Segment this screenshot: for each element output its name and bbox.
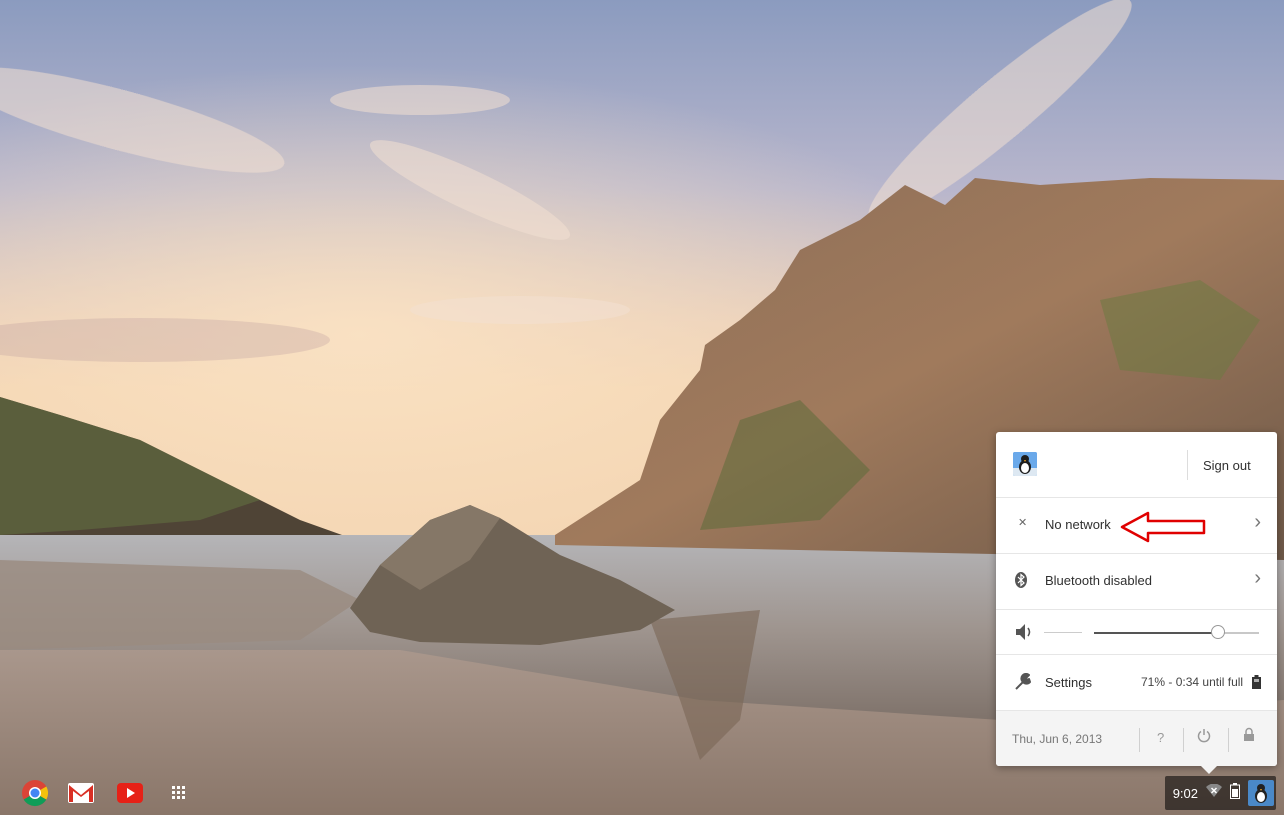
lock-icon[interactable] [1243,727,1255,746]
volume-slider-knob[interactable] [1210,625,1225,639]
sign-out-button[interactable]: Sign out [1203,458,1251,473]
user-avatar-icon [1248,780,1274,806]
battery-status: 71% - 0:34 until full [1141,675,1243,689]
bluetooth-label: Bluetooth disabled [1045,573,1152,588]
chrome-icon[interactable] [20,778,50,808]
wrench-icon [1014,672,1032,694]
volume-row [996,610,1277,655]
battery-icon [1230,782,1240,804]
user-avatar-icon [1013,452,1037,476]
tray-footer: Thu, Jun 6, 2013 ? [996,711,1277,766]
date-label[interactable]: Thu, Jun 6, 2013 [1012,732,1102,746]
battery-time: 0:34 until full [1175,675,1244,689]
user-card: Sign out [996,432,1277,498]
network-label: No network [1045,517,1111,532]
settings-label: Settings [1045,675,1092,690]
chevron-right-icon: › [1254,511,1261,533]
divider [1044,632,1082,633]
gmail-icon[interactable] [66,778,96,808]
chevron-right-icon: › [1254,567,1261,589]
system-tray-bubble: Sign out ✕ No network › Bluetooth disabl… [996,432,1277,774]
app-launcher-icon[interactable] [164,778,194,808]
battery-separator: - [1165,675,1176,689]
battery-percent: 71% [1141,675,1166,689]
shelf [0,770,1284,815]
divider [1228,728,1229,752]
settings-row[interactable]: Settings 71% - 0:34 until full [996,655,1277,711]
no-network-icon [1206,783,1222,803]
divider [1139,728,1140,752]
annotation-arrow [1120,510,1210,549]
youtube-icon[interactable] [115,778,145,808]
status-area[interactable]: 9:02 [1164,776,1276,810]
volume-slider-fill [1094,632,1218,634]
no-network-icon: ✕ [1018,517,1028,529]
battery-icon [1252,675,1261,692]
speaker-icon[interactable] [1015,623,1033,644]
divider [1183,728,1184,752]
bluetooth-row[interactable]: Bluetooth disabled › [996,554,1277,610]
help-button[interactable]: ? [1157,730,1164,745]
divider [1187,450,1188,480]
bluetooth-icon [1015,572,1027,591]
clock[interactable]: 9:02 [1173,786,1198,801]
power-icon[interactable] [1197,728,1211,747]
